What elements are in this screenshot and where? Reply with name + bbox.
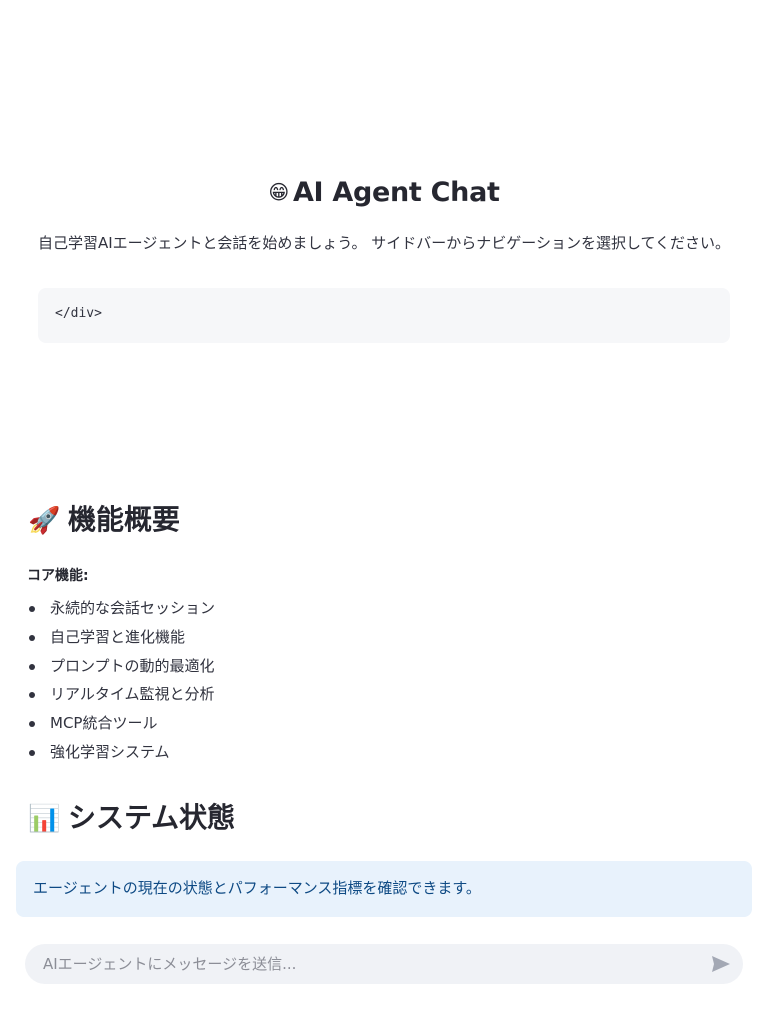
send-icon	[712, 956, 730, 972]
status-info-box: エージェントの現在の状態とパフォーマンス指標を確認できます。	[16, 861, 752, 917]
features-heading-text: 機能概要	[68, 503, 181, 536]
list-item: プロンプトの動的最適化	[27, 652, 215, 681]
status-heading-text: システム状態	[68, 801, 236, 834]
page-title: 😁 AI Agent Chat	[0, 174, 768, 211]
status-heading: 📊 システム状態	[28, 798, 235, 839]
list-item: 永続的な会話セッション	[27, 594, 215, 623]
bar-chart-icon: 📊	[28, 804, 61, 834]
rocket-icon: 🚀	[28, 506, 61, 536]
core-features-label: コア機能:	[27, 568, 89, 584]
page-title-text: AI Agent Chat	[292, 177, 500, 208]
features-heading: 🚀 機能概要	[28, 500, 180, 541]
chat-message-input[interactable]	[41, 954, 695, 974]
list-item: 強化学習システム	[27, 738, 215, 767]
intro-text: 自己学習AIエージェントと会話を始めましょう。 サイドバーからナビゲーションを選…	[38, 234, 731, 252]
robot-face-icon: 😁	[268, 180, 289, 204]
list-item: 自己学習と進化機能	[27, 623, 215, 652]
code-block: </div>	[38, 288, 730, 343]
chat-input-container	[25, 944, 743, 984]
list-item: MCP統合ツール	[27, 709, 215, 738]
features-list: 永続的な会話セッション 自己学習と進化機能 プロンプトの動的最適化 リアルタイム…	[27, 594, 215, 767]
list-item: リアルタイム監視と分析	[27, 680, 215, 709]
send-button[interactable]	[709, 952, 733, 976]
